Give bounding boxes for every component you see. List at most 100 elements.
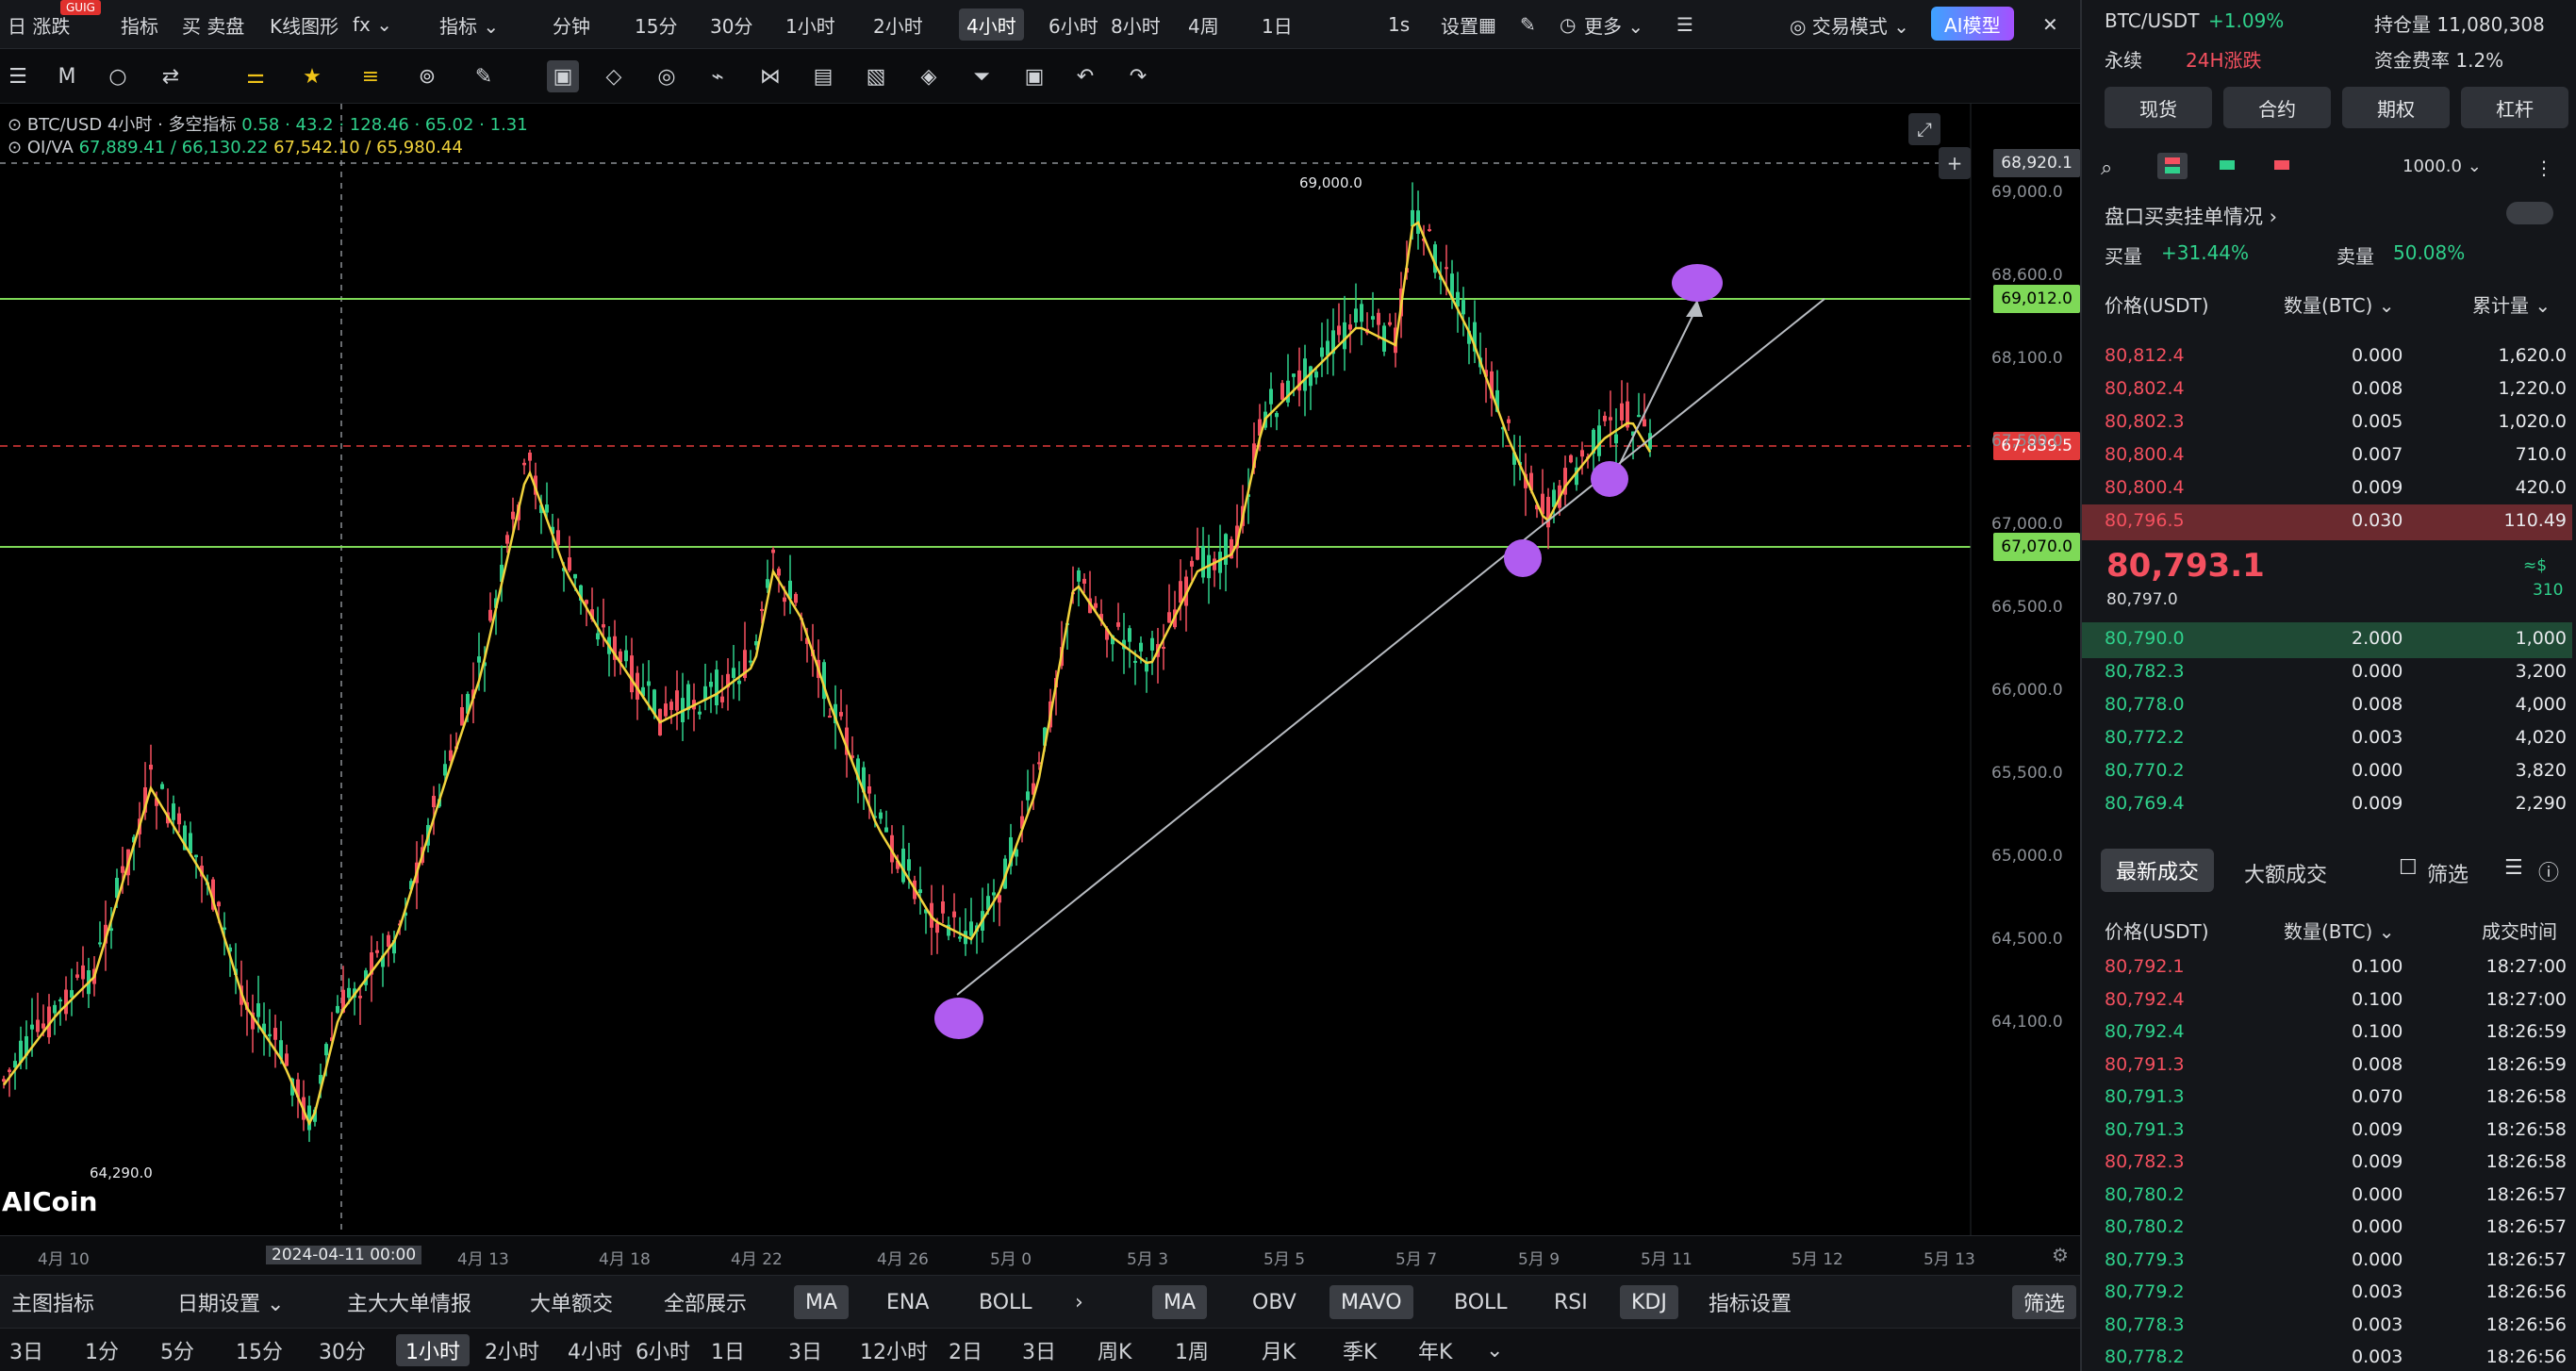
trade-row[interactable]: 80,778.3 0.003 18:26:56 [2105,1311,2567,1343]
info-icon[interactable]: ⓘ [2538,856,2559,886]
depth-toggle[interactable] [2506,202,2553,224]
trade-row[interactable]: 80,779.3 0.000 18:26:57 [2105,1246,2567,1278]
orderbook-row[interactable]: 80,802.4 0.008 1,220.0 [2105,374,2567,406]
indicator-item[interactable]: MA [1152,1285,1208,1319]
circle-icon[interactable]: ○ [102,60,134,92]
indicator-item[interactable]: 指标设置 [1697,1285,1803,1319]
orderbook-row[interactable]: 80,812.4 0.000 1,620.0 [2105,341,2567,373]
timeframe-option[interactable]: 30分 [309,1334,375,1366]
trade-row[interactable]: 80,792.4 0.100 18:26:59 [2105,1017,2567,1049]
trade-row[interactable]: 80,780.2 0.000 18:26:57 [2105,1213,2567,1245]
calendar-icon[interactable]: ▤ [807,60,839,92]
margin-button[interactable]: 杠杆 [2461,87,2568,128]
topbar-item[interactable]: 4周 [1181,8,1227,41]
trade-row[interactable]: 80,782.3 0.009 18:26:58 [2105,1148,2567,1180]
add-alert-icon[interactable]: + [1939,147,1971,179]
topbar-item[interactable]: 1日 [1254,8,1300,41]
indicator-item[interactable]: 主大大单情报 [336,1285,483,1319]
topbar-item[interactable]: ◎ 交易模式 ⌄ [1782,8,1917,41]
star-icon[interactable]: ★ [296,60,328,92]
timeframe-option[interactable]: 1小时 [396,1334,470,1366]
timeframe-option[interactable]: 月K [1252,1334,1305,1366]
topbar-item[interactable]: 30分 [702,8,760,41]
filter-checkbox[interactable]: ☐ [2399,856,2418,880]
menu-icon[interactable]: ☰ [1669,8,1701,41]
orderbook-row[interactable]: 80,772.2 0.003 4,020 [2105,723,2567,755]
list-settings-icon[interactable]: ☰ [2504,856,2523,880]
orderbook-row[interactable]: 80,770.2 0.000 3,820 [2105,756,2567,788]
orderbook-row[interactable]: 80,802.3 0.005 1,020.0 [2105,407,2567,439]
filter-icon[interactable]: ⏷ [966,60,998,92]
timeframe-option[interactable]: 年K [1409,1334,1461,1366]
target-icon[interactable]: ◎ [651,60,683,92]
topbar-item[interactable]: 6小时 [1041,8,1106,41]
trade-row[interactable]: 80,779.2 0.003 18:26:56 [2105,1278,2567,1310]
indicator-item[interactable]: BOLL [967,1285,1044,1319]
grid-icon[interactable]: ▦ [1471,8,1504,41]
trade-row[interactable]: 80,791.3 0.009 18:26:58 [2105,1115,2567,1148]
candlestick-chart[interactable] [0,104,2080,1235]
indicator-item[interactable]: › [1064,1285,1095,1319]
large-trades-tab[interactable]: 大额成交 [2244,858,2327,888]
indicator-item[interactable]: 筛选 [2012,1285,2077,1319]
orderbook-row[interactable]: 80,769.4 0.009 2,290 [2105,789,2567,821]
orderbook-row[interactable]: 80,796.5 0.030 110.49 [2105,506,2567,538]
anchor-point-current[interactable] [1591,461,1628,497]
trade-row[interactable]: 80,778.2 0.003 18:26:56 [2105,1343,2567,1371]
indicator-item[interactable]: OBV [1241,1285,1308,1319]
anchor-point-mid[interactable] [1504,539,1542,577]
indicator-item[interactable]: 大单额交 [519,1285,624,1319]
timeframe-option[interactable]: 1分 [75,1334,128,1366]
trade-row[interactable]: 80,791.3 0.008 18:26:59 [2105,1050,2567,1082]
trade-row[interactable]: 80,791.3 0.070 18:26:58 [2105,1082,2567,1115]
timeframe-option[interactable]: 1日 [702,1334,754,1366]
orderbook-row[interactable]: 80,778.0 0.008 4,000 [2105,690,2567,722]
redo-icon[interactable]: ↷ [1122,60,1154,92]
ruler-icon[interactable]: ⚌ [239,60,272,92]
anchor-point-low[interactable] [934,998,983,1039]
ai-model-button[interactable]: AI模型 [1931,7,2014,41]
magnet-icon[interactable]: ⊚ [411,60,443,92]
timeframe-option[interactable]: 3日 [779,1334,832,1366]
timeframe-option[interactable]: 1周 [1165,1334,1218,1366]
menu-icon[interactable]: ☰ [2,60,34,92]
timeframe-option[interactable]: 4小时 [558,1334,632,1366]
topbar-item[interactable]: 2小时 [866,8,931,41]
depth-select[interactable]: 1000.0 ⌄ [2403,157,2482,176]
topbar-item[interactable]: 指标 [113,8,166,41]
price-chart[interactable]: 69,000.0 64,290.0 68,920.1 69,012.0 67,8… [0,104,2080,1235]
tag-icon[interactable]: ⋈ [754,60,786,92]
orderbook-both-icon[interactable] [2157,153,2188,179]
trend-line[interactable] [956,298,1825,996]
indicator-item[interactable]: ENA [875,1285,940,1319]
more-icon[interactable]: ⋮ [2535,157,2553,179]
trade-row[interactable]: 80,792.1 0.100 18:27:00 [2105,952,2567,984]
topbar-item[interactable]: 买 卖盘 [174,8,252,41]
timeframe-option[interactable]: 2日 [939,1334,992,1366]
topbar-item[interactable]: 指标 ⌄ [432,8,506,41]
pen-icon[interactable]: ✎ [1512,8,1544,41]
topbar-item[interactable]: 日 涨跌 [0,8,77,41]
futures-button[interactable]: 合约 [2223,87,2331,128]
trade-row[interactable]: 80,780.2 0.000 18:26:57 [2105,1181,2567,1213]
topbar-item[interactable]: fx ⌄ [345,8,400,41]
timeframe-option[interactable]: 6小时 [626,1334,700,1366]
layers-icon[interactable]: ≡ [355,60,387,92]
indicator-item[interactable]: 日期设置 ⌄ [166,1285,295,1319]
pair-title[interactable]: BTC/USDT [2105,9,2199,32]
topbar-item[interactable]: K线图形 [262,8,346,41]
topbar-item[interactable]: 分钟 [545,8,598,41]
close-icon[interactable]: ✕ [2035,8,2066,41]
timeframe-option[interactable]: 周K [1088,1334,1141,1366]
image-icon[interactable]: ▧ [860,60,892,92]
timeframe-option[interactable]: ⌄ [1477,1334,1512,1366]
latest-trades-tab[interactable]: 最新成交 [2101,849,2215,892]
camera-icon[interactable]: ▣ [1018,60,1050,92]
fullscreen-icon[interactable]: ⤢ [1908,113,1940,145]
eraser-icon[interactable]: ◇ [598,60,630,92]
timeframe-option[interactable]: 12小时 [850,1334,937,1366]
timeframe-option[interactable]: 3日 [0,1334,53,1366]
orderbook-row[interactable]: 80,800.4 0.009 420.0 [2105,473,2567,505]
orderbook-row[interactable]: 80,790.0 2.000 1,000 [2105,624,2567,656]
topbar-item[interactable]: 1s [1380,8,1417,41]
